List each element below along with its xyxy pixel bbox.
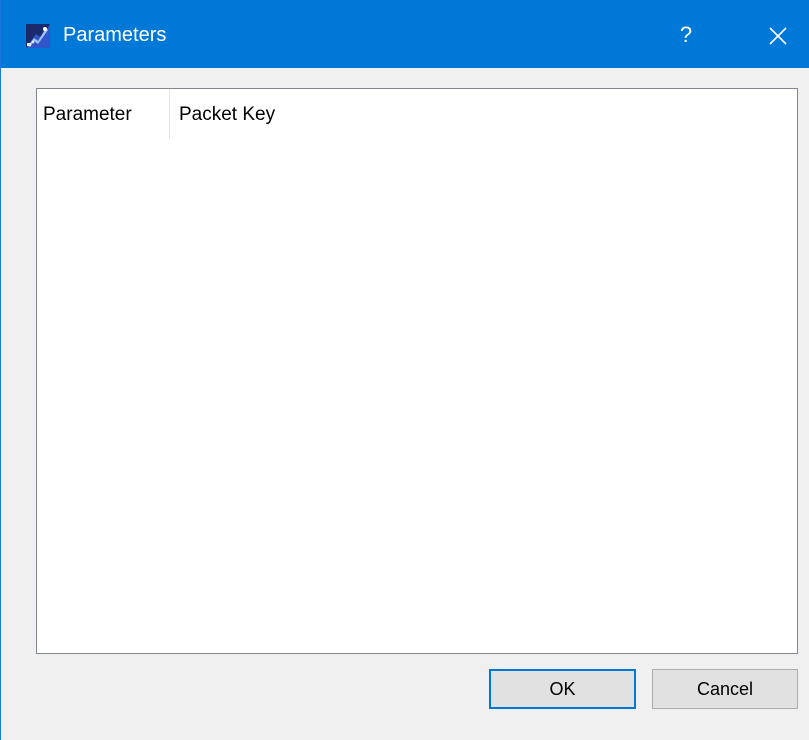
table-header: Parameter Packet Key xyxy=(37,89,797,139)
window-title: Parameters xyxy=(63,24,167,46)
parameters-dialog: Parameters ? Parameter Packet Key OK Can… xyxy=(0,0,809,740)
ok-button[interactable]: OK xyxy=(489,669,636,709)
parameters-table[interactable]: Parameter Packet Key xyxy=(36,88,798,654)
close-icon xyxy=(769,27,787,45)
close-button[interactable] xyxy=(749,15,809,55)
app-icon xyxy=(26,24,50,48)
column-header-parameter[interactable]: Parameter xyxy=(37,89,170,139)
help-button[interactable]: ? xyxy=(656,15,716,55)
cancel-button[interactable]: Cancel xyxy=(652,669,798,709)
table-body[interactable] xyxy=(37,139,797,653)
title-bar[interactable]: Parameters ? xyxy=(1,0,809,68)
column-header-packet-key[interactable]: Packet Key xyxy=(170,89,797,139)
